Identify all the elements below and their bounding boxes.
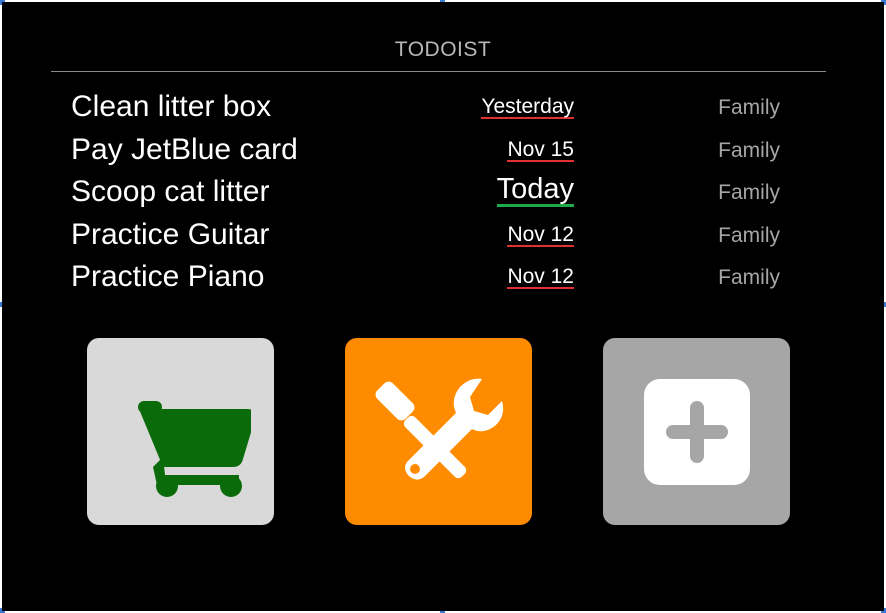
task-row[interactable]: Practice Guitar Nov 12 Family	[2, 218, 884, 261]
task-title: Scoop cat litter	[71, 175, 270, 208]
task-title: Pay JetBlue card	[71, 132, 298, 166]
task-title: Practice Piano	[71, 260, 265, 293]
tools-button[interactable]	[345, 338, 532, 525]
add-button[interactable]	[603, 338, 790, 525]
todoist-panel: TODOIST Clean litter box Yesterday Famil…	[2, 2, 884, 611]
task-due-date: Nov 12	[507, 222, 574, 247]
tools-icon	[375, 378, 503, 480]
task-row[interactable]: Practice Piano Nov 12 Family	[2, 260, 884, 303]
task-list: Clean litter box Yesterday Family Pay Je…	[2, 90, 884, 303]
shopping-cart-button[interactable]	[87, 338, 274, 525]
task-project: Family	[718, 96, 780, 119]
task-due-date: Nov 15	[507, 137, 574, 162]
task-title: Clean litter box	[71, 90, 272, 123]
task-project: Family	[718, 181, 780, 204]
add-icon	[643, 378, 750, 485]
task-row[interactable]: Scoop cat litter Today Family	[2, 175, 884, 218]
task-row[interactable]: Clean litter box Yesterday Family	[2, 90, 884, 133]
panel-title: TODOIST	[394, 38, 492, 61]
task-row[interactable]: Pay JetBlue card Nov 15 Family	[2, 133, 884, 176]
shopping-cart-icon	[137, 400, 251, 497]
task-project: Family	[718, 223, 780, 247]
task-due-date: Today	[496, 173, 574, 207]
task-project: Family	[718, 266, 780, 289]
task-due-date: Yesterday	[481, 95, 574, 119]
title-divider	[51, 71, 826, 72]
task-due-date: Nov 12	[507, 265, 574, 289]
task-title: Practice Guitar	[71, 217, 270, 251]
task-project: Family	[718, 138, 780, 162]
